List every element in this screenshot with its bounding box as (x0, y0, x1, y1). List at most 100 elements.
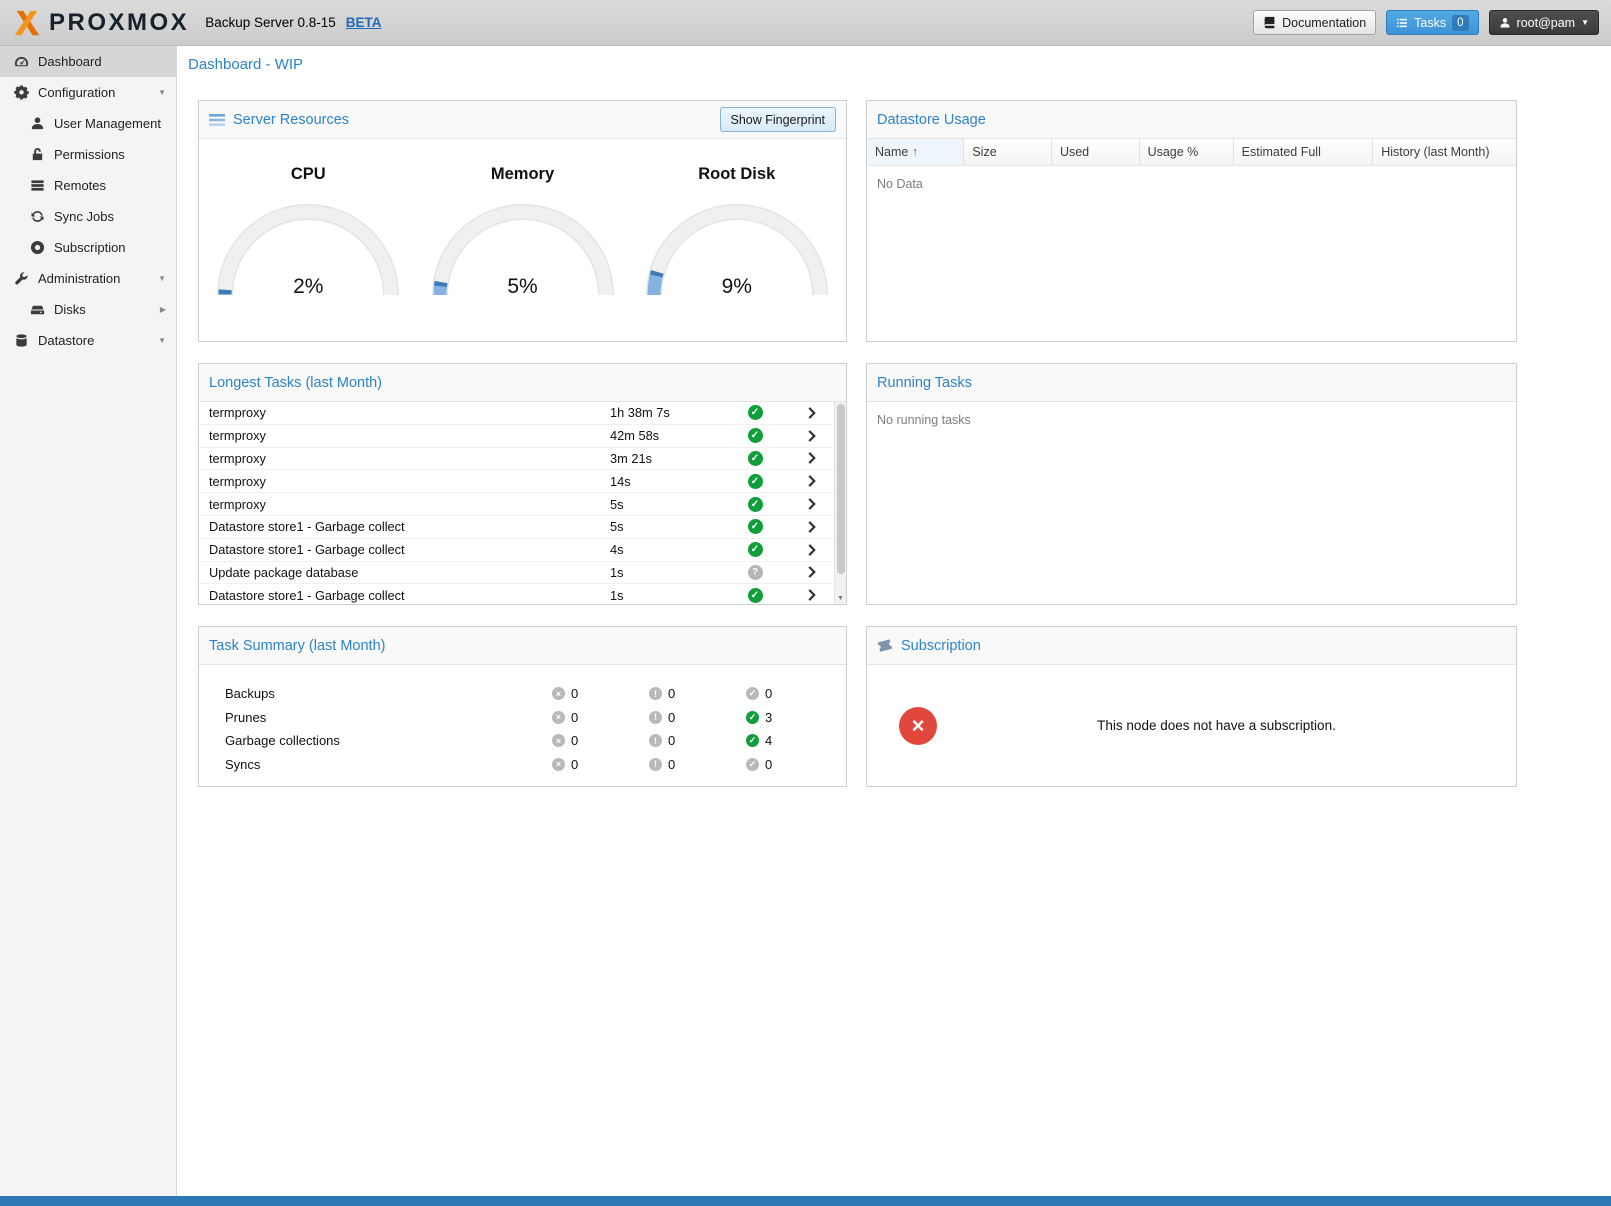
ticket-icon (877, 639, 893, 653)
scrollbar[interactable]: ▼ (834, 402, 846, 604)
task-summary-header: Task Summary (last Month) (199, 627, 846, 665)
task-name: termproxy (209, 497, 610, 512)
panel-title: Running Tasks (877, 375, 972, 391)
task-row[interactable]: Datastore store1 - Garbage collect1s✓ (199, 584, 834, 604)
chevron-right-icon[interactable] (788, 497, 834, 511)
chevron-right-icon[interactable] (788, 543, 834, 557)
error-cell: ×0 (552, 733, 649, 748)
column-header-history-last-month[interactable]: History (last Month) (1373, 139, 1516, 165)
sidebar-item-administration[interactable]: Administration ▼ (0, 263, 176, 294)
error-cell: ×0 (552, 710, 649, 725)
show-fingerprint-button[interactable]: Show Fingerprint (720, 107, 837, 132)
sidebar-item-datastore[interactable]: Datastore▼ (0, 325, 176, 356)
chevron-right-icon[interactable] (788, 474, 834, 488)
column-label: History (last Month) (1381, 145, 1489, 159)
user-menu-button[interactable]: root@pam ▼ (1489, 10, 1599, 35)
error-count: 0 (571, 733, 578, 748)
documentation-button[interactable]: Documentation (1253, 10, 1376, 35)
status-ok-icon: ✓ (748, 405, 763, 420)
chevron-right-icon[interactable] (788, 451, 834, 465)
error-icon: × (552, 687, 565, 700)
column-header-used[interactable]: Used (1052, 139, 1140, 165)
task-row[interactable]: Update package database1s? (199, 562, 834, 585)
summary-label: Prunes (225, 710, 552, 725)
wrench-icon (13, 271, 29, 286)
gauge-value: 5% (428, 275, 618, 299)
scrollbar-thumb[interactable] (837, 404, 845, 574)
task-name: termproxy (209, 428, 610, 443)
ok-count: 4 (765, 733, 772, 748)
task-row[interactable]: termproxy1h 38m 7s✓ (199, 402, 834, 425)
column-label: Name (875, 145, 908, 159)
chevron-right-icon[interactable] (788, 565, 834, 579)
proxmox-logo: PROXMOX (12, 8, 189, 38)
column-header-usage[interactable]: Usage % (1140, 139, 1234, 165)
gauge-root-disk: Root Disk9% (632, 165, 842, 341)
sidebar-item-configuration[interactable]: Configuration▼ (0, 77, 176, 108)
chevron-down-icon[interactable]: ▼ (158, 336, 166, 345)
summary-row-prunes: Prunes×0!0✓3 (225, 706, 846, 730)
user-icon (29, 116, 45, 131)
chevron-right-icon[interactable] (788, 520, 834, 534)
error-icon: × (552, 734, 565, 747)
longest-tasks-header: Longest Tasks (last Month) (199, 364, 846, 402)
scrollbar-down-arrow-icon[interactable]: ▼ (835, 592, 846, 604)
sidebar-item-remotes[interactable]: Remotes (0, 170, 176, 201)
chevron-down-icon[interactable]: ▼ (158, 274, 166, 283)
chevron-right-icon[interactable] (788, 588, 834, 602)
tasks-count-badge: 0 (1452, 15, 1468, 31)
chevron-right-icon[interactable] (788, 429, 834, 443)
task-row[interactable]: Datastore store1 - Garbage collect4s✓ (199, 539, 834, 562)
ok-icon: ✓ (746, 734, 759, 747)
sidebar-item-dashboard[interactable]: Dashboard (0, 46, 176, 77)
chevron-right-icon[interactable] (788, 406, 834, 420)
column-header-size[interactable]: Size (964, 139, 1052, 165)
sidebar-item-permissions[interactable]: Permissions (0, 139, 176, 170)
sidebar-item-label: User Management (54, 116, 161, 131)
column-header-estimated-full[interactable]: Estimated Full (1234, 139, 1374, 165)
sidebar-item-user-management[interactable]: User Management (0, 108, 176, 139)
sidebar-item-subscription[interactable]: Subscription (0, 232, 176, 263)
subscription-header: Subscription (867, 627, 1516, 665)
error-count: 0 (571, 686, 578, 701)
beta-link[interactable]: BETA (346, 15, 382, 30)
column-label: Size (972, 145, 996, 159)
sidebar-item-disks[interactable]: Disks▶ (0, 294, 176, 325)
status-ok-icon: ✓ (748, 497, 763, 512)
sidebar-item-sync-jobs[interactable]: Sync Jobs (0, 201, 176, 232)
task-list-icon (1396, 17, 1408, 29)
column-header-name[interactable]: Name↑ (867, 139, 964, 165)
database-icon (13, 333, 29, 348)
task-row[interactable]: Datastore store1 - Garbage collect5s✓ (199, 516, 834, 539)
warning-count: 0 (668, 710, 675, 725)
book-icon (1263, 16, 1276, 29)
warning-cell: !0 (649, 733, 746, 748)
task-name: Datastore store1 - Garbage collect (209, 588, 610, 603)
bottom-bar (0, 1196, 1611, 1206)
support-icon (29, 240, 45, 255)
task-name: Datastore store1 - Garbage collect (209, 519, 610, 534)
panel-title: Longest Tasks (last Month) (209, 375, 382, 391)
subscription-message: This node does not have a subscription. (937, 718, 1496, 733)
tasks-button[interactable]: Tasks 0 (1386, 10, 1478, 35)
gauge-value: 2% (213, 275, 403, 299)
datastore-usage-empty-text: No Data (867, 166, 1516, 341)
datastore-usage-panel: Datastore Usage Name↑ Size UsedUsage %Esti… (866, 100, 1517, 342)
task-row[interactable]: termproxy42m 58s✓ (199, 425, 834, 448)
product-title: Backup Server 0.8-15 (205, 15, 336, 30)
datastore-usage-header: Datastore Usage (867, 101, 1516, 139)
server-resources-icon (209, 113, 225, 127)
chevron-right-icon[interactable]: ▶ (160, 305, 166, 314)
sidebar: DashboardConfiguration▼ User Management Pe… (0, 46, 177, 1196)
warning-icon: ! (649, 711, 662, 724)
task-row[interactable]: termproxy5s✓ (199, 493, 834, 516)
error-cell: ×0 (552, 686, 649, 701)
task-row[interactable]: termproxy14s✓ (199, 470, 834, 493)
ok-icon: ✓ (746, 711, 759, 724)
sidebar-item-label: Administration (38, 271, 120, 286)
main-content: Dashboard - WIP Server Resources Show Fi… (177, 46, 1611, 1196)
running-tasks-empty-text: No running tasks (867, 402, 1516, 604)
task-row[interactable]: termproxy3m 21s✓ (199, 448, 834, 471)
chevron-down-icon[interactable]: ▼ (158, 88, 166, 97)
server-resources-panel: Server Resources Show Fingerprint CPU2%M… (198, 100, 847, 342)
